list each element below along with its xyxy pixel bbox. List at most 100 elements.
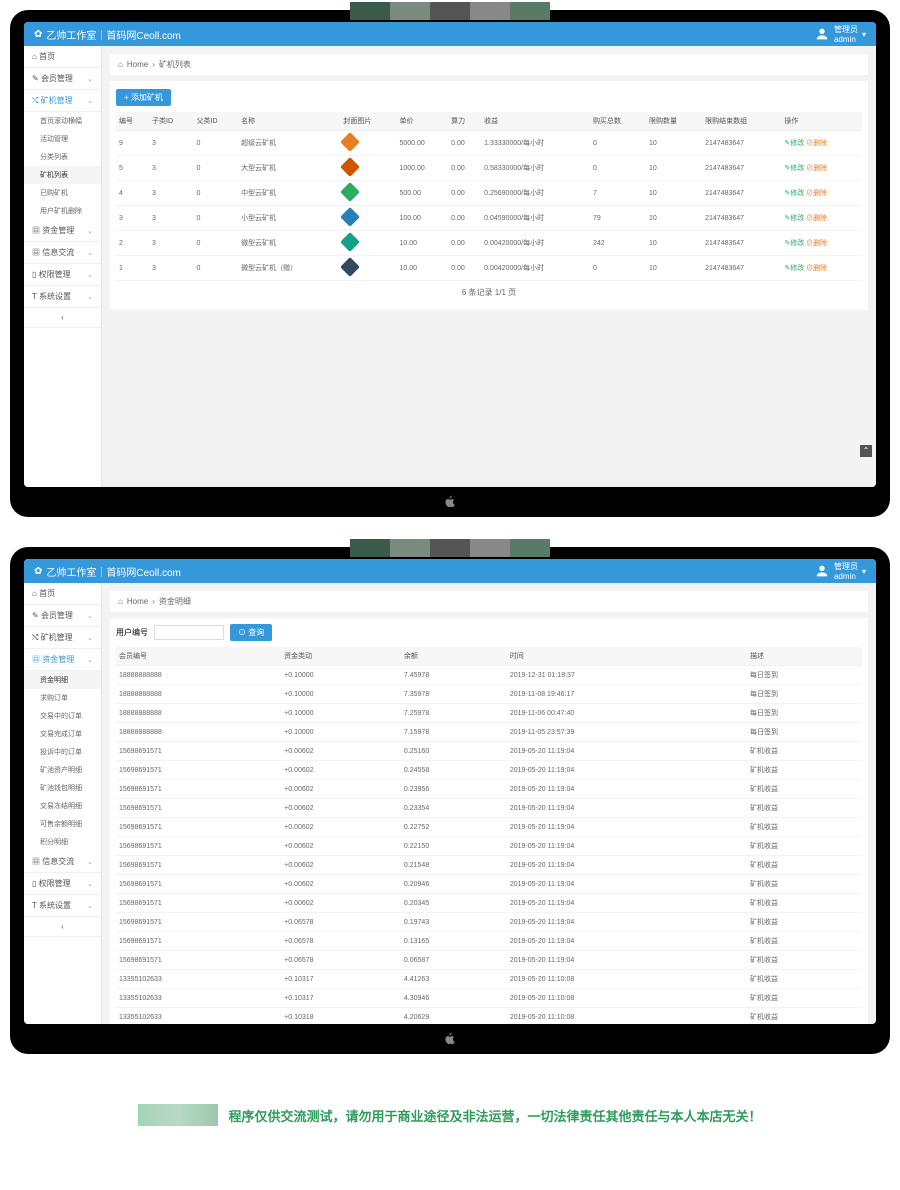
pager-info: 6 条记录 1/1 页	[116, 281, 862, 304]
sidebar-sub-item[interactable]: 求购订单	[24, 689, 101, 707]
edit-icon: ✎	[32, 74, 39, 83]
delete-link[interactable]: ⊘删除	[806, 240, 827, 247]
home-icon[interactable]: ⌂	[118, 597, 123, 606]
sidebar-fund[interactable]: ▦ 资金管理⌄	[24, 220, 101, 242]
table-row: 15698691571+0.065780.131652019-05-20 11:…	[116, 932, 862, 951]
brand-title: 乙帅工作室｜首码网Ceoll.com	[46, 27, 180, 42]
sidebar-sub-item[interactable]: 交易中的订单	[24, 707, 101, 725]
chevron-down-icon: ⌄	[87, 656, 93, 664]
leaf-icon: ✿	[34, 29, 42, 40]
table-row: 930超级云矿机5000.000.001.33330000/每小时0102147…	[116, 131, 862, 156]
chevron-down-icon: ⌄	[87, 880, 93, 888]
table-row: 15698691571+0.006020.203452019-05-20 11:…	[116, 894, 862, 913]
sidebar-home[interactable]: ⌂ 首页	[24, 583, 101, 605]
chevron-down-icon: ⌄	[87, 249, 93, 257]
sidebar-sub-item[interactable]: 矿机列表	[24, 166, 101, 184]
sidebar-sub-item[interactable]: 矿池钱包明细	[24, 779, 101, 797]
sidebar-perm[interactable]: ▯ 权限管理⌄	[24, 873, 101, 895]
chevron-down-icon: ⌄	[87, 97, 93, 105]
col-header: 操作	[781, 112, 862, 131]
edit-link[interactable]: ✎修改	[784, 240, 804, 247]
sidebar-perm[interactable]: ▯ 权限管理⌄	[24, 264, 101, 286]
sidebar-miner[interactable]: ⤭ 矿机管理⌄	[24, 627, 101, 649]
sidebar-sub-item[interactable]: 资金明细	[24, 671, 101, 689]
edit-icon: ✎	[32, 611, 39, 620]
calendar-icon: ▦	[32, 655, 40, 664]
sidebar-sub-item[interactable]: 首页滚动横幅	[24, 112, 101, 130]
edit-link[interactable]: ✎修改	[784, 190, 804, 197]
edit-link[interactable]: ✎修改	[784, 140, 804, 147]
sidebar-sub-item[interactable]: 交易完成订单	[24, 725, 101, 743]
delete-link[interactable]: ⊘删除	[806, 215, 827, 222]
home-icon[interactable]: ⌂	[118, 60, 123, 69]
delete-link[interactable]: ⊘删除	[806, 265, 827, 272]
screen-1: ✿ 乙帅工作室｜首码网Ceoll.com 管理员admin ▾ ⌂ 首页 ✎ 会…	[24, 22, 876, 487]
sidebar-msg[interactable]: ▦ 信息交流⌄	[24, 242, 101, 264]
sidebar-sub-item[interactable]: 积分明细	[24, 833, 101, 851]
sidebar-member[interactable]: ✎ 会员管理⌄	[24, 68, 101, 90]
edit-link[interactable]: ✎修改	[784, 265, 804, 272]
sidebar-sys[interactable]: T 系统设置⌄	[24, 895, 101, 917]
sidebar-sub-item[interactable]: 用户矿机删除	[24, 202, 101, 220]
miner-image-icon	[340, 257, 360, 277]
table-row: 130微型云矿机（赠）10.000.000.00420000/每小时010214…	[116, 256, 862, 281]
breadcrumb: ⌂ Home › 矿机列表	[110, 54, 868, 75]
col-header: 封面图片	[340, 112, 396, 131]
user-id-input[interactable]	[154, 625, 224, 640]
table-row: 15698691571+0.006020.239562019-05-20 11:…	[116, 780, 862, 799]
sidebar-collapse[interactable]: ‹	[24, 917, 101, 937]
sidebar-member[interactable]: ✎ 会员管理⌄	[24, 605, 101, 627]
sidebar-sub-item[interactable]: 投诉中的订单	[24, 743, 101, 761]
search-label: 用户编号	[116, 627, 148, 638]
sidebar-sys[interactable]: T 系统设置⌄	[24, 286, 101, 308]
topbar: ✿ 乙帅工作室｜首码网Ceoll.com 管理员admin ▾	[24, 22, 876, 46]
calendar-icon: ▦	[32, 248, 40, 257]
fund-table: 会员编号资金类动余额时间描述 18888888888+0.100007.4597…	[116, 647, 862, 1024]
sidebar-home[interactable]: ⌂ 首页	[24, 46, 101, 68]
sidebar-miner[interactable]: ⤭ 矿机管理⌄	[24, 90, 101, 112]
delete-link[interactable]: ⊘删除	[806, 165, 827, 172]
topbar: ✿ 乙帅工作室｜首码网Ceoll.com 管理员admin ▾	[24, 559, 876, 583]
censored-patch	[350, 539, 550, 557]
table-row: 13355102633+0.103174.309462019-05-20 11:…	[116, 989, 862, 1008]
scroll-top-button[interactable]: ⌃	[860, 445, 872, 457]
file-icon: ▯	[32, 879, 36, 888]
sidebar-fund[interactable]: ▦ 资金管理⌄	[24, 649, 101, 671]
sidebar-msg[interactable]: ▦ 信息交流⌄	[24, 851, 101, 873]
user-menu[interactable]: 管理员admin ▾	[814, 561, 866, 581]
sidebar-sub-item[interactable]: 分类列表	[24, 148, 101, 166]
delete-link[interactable]: ⊘删除	[806, 140, 827, 147]
delete-link[interactable]: ⊘删除	[806, 190, 827, 197]
table-row: 15698691571+0.006020.233542019-05-20 11:…	[116, 799, 862, 818]
add-miner-button[interactable]: + 添加矿机	[116, 89, 171, 106]
table-row: 15698691571+0.006020.215482019-05-20 11:…	[116, 856, 862, 875]
search-button[interactable]: ⊙ 查询	[230, 624, 272, 641]
col-header: 算力	[448, 112, 481, 131]
col-header: 编号	[116, 112, 149, 131]
table-row: 230微型云矿机10.000.000.00420000/每小时242102147…	[116, 231, 862, 256]
table-row: 15698691571+0.065780.065872019-05-20 11:…	[116, 951, 862, 970]
screen-2: ✿ 乙帅工作室｜首码网Ceoll.com 管理员admin ▾ ⌂ 首页 ✎ 会…	[24, 559, 876, 1024]
miner-image-icon	[340, 207, 360, 227]
sidebar-sub-item[interactable]: 可售余额明细	[24, 815, 101, 833]
table-row: 15698691571+0.065780.197432019-05-20 11:…	[116, 913, 862, 932]
table-row: 18888888888+0.100007.359782019-11-08 19:…	[116, 685, 862, 704]
chevron-down-icon: ⌄	[87, 902, 93, 910]
user-menu[interactable]: 管理员admin ▾	[814, 24, 866, 44]
monitor-base	[24, 487, 876, 517]
search-icon: ⊙	[238, 628, 246, 637]
text-icon: T	[32, 292, 37, 301]
sidebar-collapse[interactable]: ‹	[24, 308, 101, 328]
sidebar-sub-item[interactable]: 已购矿机	[24, 184, 101, 202]
sidebar-sub-item[interactable]: 交易冻结明细	[24, 797, 101, 815]
edit-link[interactable]: ✎修改	[784, 165, 804, 172]
col-header: 会员编号	[116, 647, 281, 666]
table-row: 13355102633+0.103184.206292019-05-20 11:…	[116, 1008, 862, 1025]
sidebar-sub-item[interactable]: 矿池资产明细	[24, 761, 101, 779]
dashboard-icon: ⌂	[32, 589, 37, 598]
edit-link[interactable]: ✎修改	[784, 215, 804, 222]
sidebar-sub-item[interactable]: 活动管理	[24, 130, 101, 148]
col-header: 限购结束数组	[702, 112, 781, 131]
col-header: 资金类动	[281, 647, 401, 666]
table-row: 530大型云矿机1000.000.000.58330000/每小时0102147…	[116, 156, 862, 181]
